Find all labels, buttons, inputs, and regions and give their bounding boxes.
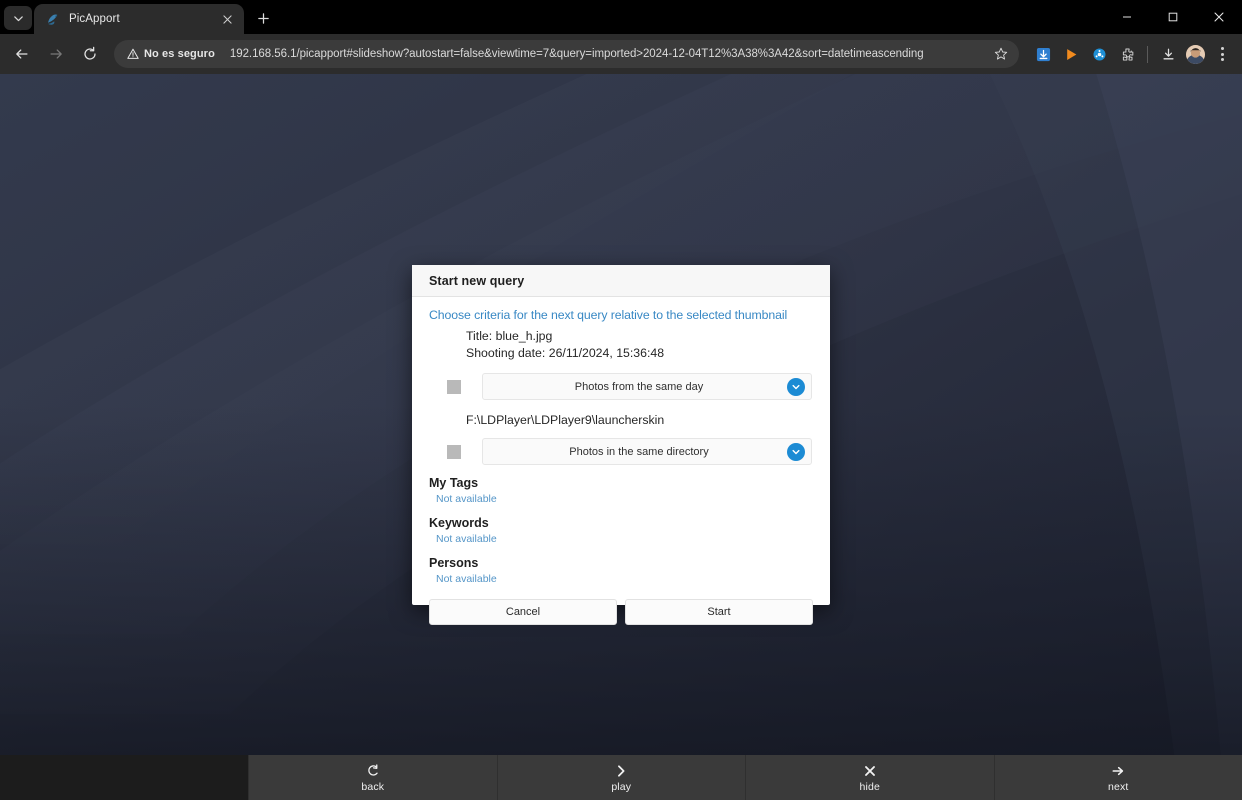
control-next[interactable]: next <box>993 755 1242 800</box>
close-icon <box>1214 12 1224 22</box>
dialog-body: Choose criteria for the next query relat… <box>412 297 830 637</box>
chevron-down-icon[interactable] <box>787 377 805 396</box>
forward-button[interactable] <box>41 39 71 69</box>
arrow-right-icon <box>50 49 62 59</box>
new-tab-button[interactable] <box>250 5 276 31</box>
browser-window: PicApport No es seguro 192.168.56.1/pica… <box>0 0 1242 800</box>
photo-title-line: Title: blue_h.jpg <box>466 329 553 343</box>
maximize-icon <box>1168 12 1178 22</box>
picapport-favicon <box>45 12 60 27</box>
tab-title: PicApport <box>69 13 120 25</box>
slideshow-control-bar: back play hide next <box>0 755 1242 800</box>
section-value-persons[interactable]: Not available <box>429 573 813 585</box>
control-hide-label: hide <box>859 780 880 793</box>
arrow-left-icon <box>16 49 28 59</box>
start-button[interactable]: Start <box>625 599 813 625</box>
dropdown-same-directory-label: Photos in the same directory <box>569 445 709 458</box>
url-text: 192.168.56.1/picapport#slideshow?autosta… <box>229 48 924 60</box>
downloads-icon[interactable] <box>1154 40 1182 68</box>
toolbar-divider <box>1147 45 1148 63</box>
download-manager-extension-icon[interactable] <box>1029 40 1057 68</box>
chevron-down-icon[interactable] <box>787 442 805 461</box>
profile-avatar[interactable] <box>1186 44 1205 64</box>
page-viewport: Start new query Choose criteria for the … <box>0 74 1242 800</box>
checkbox-same-day[interactable] <box>447 379 461 394</box>
minimize-icon <box>1123 16 1131 18</box>
checkbox-same-directory[interactable] <box>447 444 461 459</box>
criterion-row-same-directory: Photos in the same directory <box>429 438 813 465</box>
control-hide[interactable]: hide <box>745 755 994 800</box>
back-button[interactable] <box>7 39 37 69</box>
photo-shooting-date-line: Shooting date: 26/11/2024, 15:36:48 <box>466 346 665 360</box>
security-status-chip[interactable]: No es seguro <box>123 45 223 63</box>
close-x-icon <box>863 763 877 779</box>
dialog-title: Start new query <box>429 273 525 288</box>
control-next-label: next <box>1108 780 1129 793</box>
dialog-header: Start new query <box>412 265 830 297</box>
extensions-area <box>1025 40 1235 68</box>
tab-search-button[interactable] <box>4 6 32 30</box>
browser-titlebar: PicApport <box>0 0 1242 34</box>
chrome-menu-icon[interactable] <box>1209 40 1235 68</box>
reload-button[interactable] <box>75 39 105 69</box>
dialog-actions: Cancel Start <box>429 599 813 637</box>
address-bar[interactable]: No es seguro 192.168.56.1/picapport#slid… <box>114 40 1019 68</box>
disc-extension-icon[interactable] <box>1085 40 1113 68</box>
window-controls <box>1104 0 1242 34</box>
section-value-my-tags[interactable]: Not available <box>429 493 813 505</box>
start-new-query-dialog: Start new query Choose criteria for the … <box>412 265 830 625</box>
dialog-lead-text: Choose criteria for the next query relat… <box>429 308 788 322</box>
control-back-label: back <box>361 780 385 793</box>
control-bar-spacer <box>0 755 248 800</box>
close-icon <box>223 14 232 24</box>
dropdown-same-directory[interactable]: Photos in the same directory <box>482 438 812 465</box>
dropdown-same-day-label: Photos from the same day <box>574 380 704 393</box>
maximize-button[interactable] <box>1150 0 1196 34</box>
dropdown-same-day[interactable]: Photos from the same day <box>482 373 812 400</box>
arrow-right-icon <box>1111 763 1125 779</box>
chevron-down-icon <box>13 15 23 21</box>
close-window-button[interactable] <box>1196 0 1242 34</box>
warning-triangle-icon <box>127 48 139 59</box>
plus-icon <box>257 12 269 24</box>
browser-toolbar: No es seguro 192.168.56.1/picapport#slid… <box>0 34 1242 74</box>
section-heading-persons: Persons <box>429 556 479 570</box>
media-player-extension-icon[interactable] <box>1057 40 1085 68</box>
reload-icon <box>84 46 96 60</box>
control-back[interactable]: back <box>248 755 497 800</box>
tab-strip: PicApport <box>0 0 276 34</box>
photo-metadata: Title: blue_h.jpg Shooting date: 26/11/2… <box>429 328 813 362</box>
browser-tab[interactable]: PicApport <box>34 4 244 34</box>
section-heading-keywords: Keywords <box>429 516 489 530</box>
security-status-label: No es seguro <box>144 48 215 60</box>
control-play[interactable]: play <box>496 755 745 800</box>
directory-path: F:\LDPlayer\LDPlayer9\launcherskin <box>466 413 665 427</box>
tab-close-button[interactable] <box>219 11 236 28</box>
chevron-right-icon <box>614 763 628 779</box>
section-value-keywords[interactable]: Not available <box>429 533 813 545</box>
criterion-row-same-day: Photos from the same day <box>429 373 813 400</box>
undo-arrow-icon <box>366 763 380 779</box>
bookmark-star-icon[interactable] <box>989 42 1013 66</box>
puzzle-extensions-icon[interactable] <box>1113 40 1141 68</box>
cancel-button[interactable]: Cancel <box>429 599 617 625</box>
control-play-label: play <box>611 780 632 793</box>
section-heading-my-tags: My Tags <box>429 476 479 490</box>
minimize-button[interactable] <box>1104 0 1150 34</box>
